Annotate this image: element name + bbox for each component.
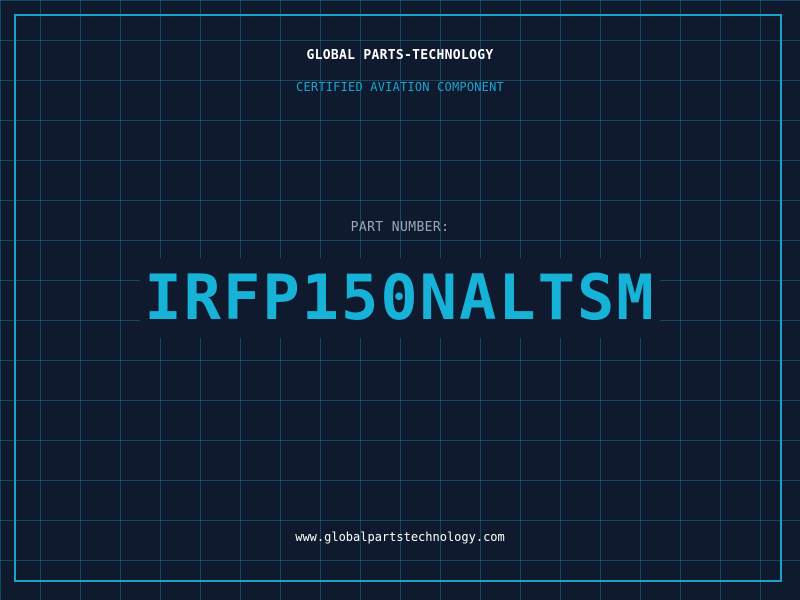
company-name: GLOBAL PARTS-TECHNOLOGY xyxy=(306,48,494,63)
certification-tagline: CERTIFIED AVIATION COMPONENT xyxy=(296,80,504,94)
part-number-value-container: IRFP150NALTSM xyxy=(0,258,800,338)
part-number-value: IRFP150NALTSM xyxy=(140,258,660,338)
website-url: www.globalpartstechnology.com xyxy=(295,530,505,544)
part-number-label: PART NUMBER: xyxy=(350,220,450,235)
part-card: GLOBAL PARTS-TECHNOLOGY CERTIFIED AVIATI… xyxy=(0,0,800,600)
